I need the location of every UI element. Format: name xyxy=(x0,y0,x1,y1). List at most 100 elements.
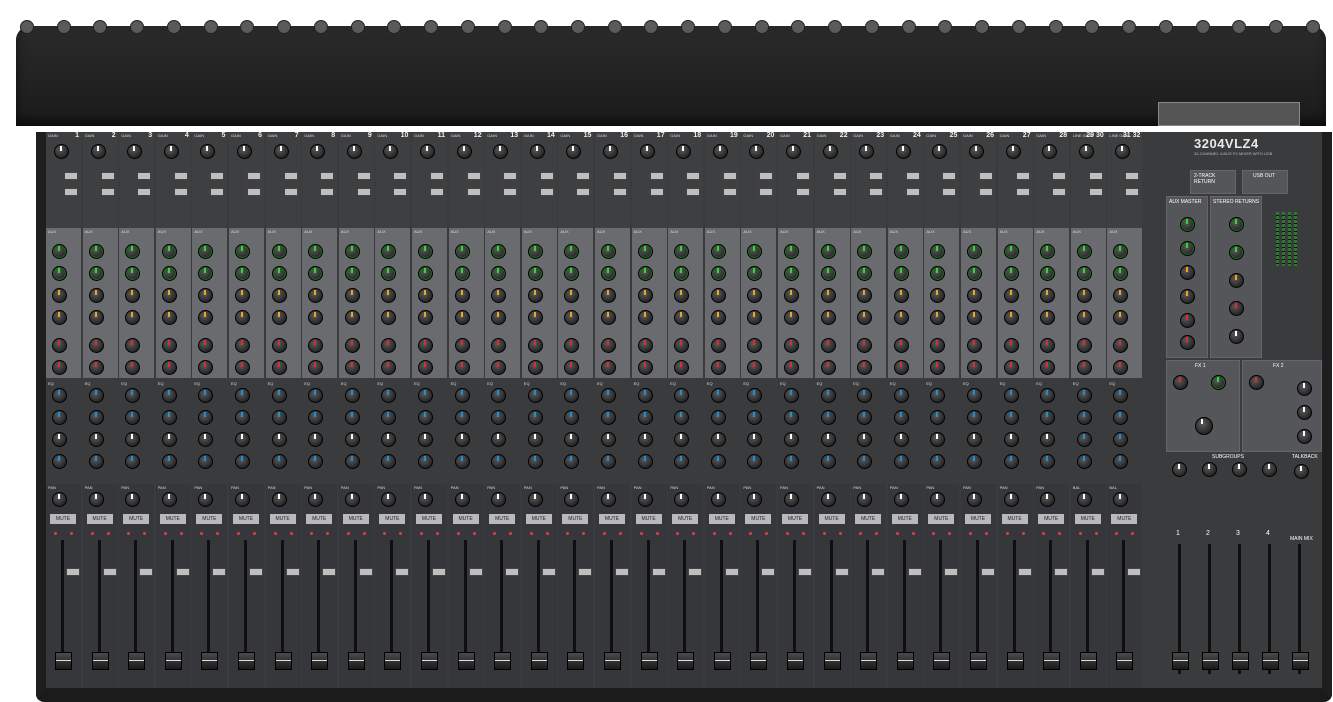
fx2-knob-a[interactable] xyxy=(1249,375,1264,390)
aux-2-knob[interactable] xyxy=(454,266,470,281)
gain-knob[interactable] xyxy=(822,144,838,159)
aux-3-knob[interactable] xyxy=(747,288,763,303)
gain-knob[interactable] xyxy=(310,144,326,159)
aux-2-knob[interactable] xyxy=(527,266,543,281)
eq-mid-knob[interactable] xyxy=(491,410,507,425)
mute-button[interactable]: MUTE xyxy=(855,514,882,524)
channel-fader[interactable] xyxy=(164,652,182,670)
solo-button[interactable] xyxy=(1127,568,1142,576)
channel-fader[interactable] xyxy=(91,652,109,670)
gain-knob[interactable] xyxy=(383,144,399,159)
eq-high-knob[interactable] xyxy=(308,388,324,403)
eq-high-knob[interactable] xyxy=(491,388,507,403)
aux-2-knob[interactable] xyxy=(125,266,141,281)
eq-low-knob[interactable] xyxy=(308,454,324,469)
fx1-program-knob[interactable] xyxy=(1195,417,1213,435)
gain-knob[interactable] xyxy=(163,144,179,159)
eq-low-knob[interactable] xyxy=(381,454,397,469)
mute-button[interactable]: MUTE xyxy=(708,514,735,524)
aux-4-knob[interactable] xyxy=(674,310,690,325)
solo-button[interactable] xyxy=(688,568,703,576)
eq-freq-knob[interactable] xyxy=(1113,432,1129,447)
channel-fader[interactable] xyxy=(750,652,768,670)
aux-5-knob[interactable] xyxy=(381,338,397,353)
aux-2-knob[interactable] xyxy=(674,266,690,281)
pan-knob[interactable] xyxy=(198,492,214,507)
aux-4-knob[interactable] xyxy=(88,310,104,325)
aux-2-knob[interactable] xyxy=(271,266,287,281)
aux-master-6-knob[interactable] xyxy=(1180,335,1195,350)
channel-fader[interactable] xyxy=(421,652,438,670)
aux-5-knob[interactable] xyxy=(271,338,287,353)
eq-low-knob[interactable] xyxy=(674,454,690,469)
gain-knob[interactable] xyxy=(420,144,435,159)
solo-button[interactable] xyxy=(724,568,739,576)
gain-knob[interactable] xyxy=(1078,144,1094,159)
channel-fader[interactable] xyxy=(347,652,365,670)
aux-6-knob[interactable] xyxy=(967,360,982,375)
solo-button[interactable] xyxy=(285,568,300,576)
aux-3-knob[interactable] xyxy=(1040,288,1056,303)
gain-knob[interactable] xyxy=(346,144,362,159)
aux-4-knob[interactable] xyxy=(710,310,726,325)
eq-high-knob[interactable] xyxy=(930,388,946,403)
aux-4-knob[interactable] xyxy=(381,310,397,325)
low-cut-button[interactable] xyxy=(686,172,701,180)
solo-button[interactable] xyxy=(102,568,117,576)
pan-knob[interactable] xyxy=(710,492,726,507)
aux-4-knob[interactable] xyxy=(1003,310,1019,325)
eq-low-knob[interactable] xyxy=(454,454,470,469)
aux-1-knob[interactable] xyxy=(1076,244,1092,259)
aux-4-knob[interactable] xyxy=(418,310,433,325)
eq-freq-knob[interactable] xyxy=(235,432,250,447)
phantom-button[interactable] xyxy=(173,188,188,196)
aux-master-2-knob[interactable] xyxy=(1180,241,1195,256)
aux-1-knob[interactable] xyxy=(454,244,470,259)
eq-mid-knob[interactable] xyxy=(1003,410,1019,425)
low-cut-button[interactable] xyxy=(210,172,225,180)
eq-high-knob[interactable] xyxy=(381,388,397,403)
pan-knob[interactable] xyxy=(674,492,690,507)
channel-fader[interactable] xyxy=(55,652,72,670)
low-cut-button[interactable] xyxy=(356,172,371,180)
phantom-button[interactable] xyxy=(686,188,701,196)
channel-fader[interactable] xyxy=(896,652,914,670)
eq-low-knob[interactable] xyxy=(710,454,726,469)
channel-fader[interactable] xyxy=(640,652,658,670)
solo-button[interactable] xyxy=(395,568,410,576)
eq-high-knob[interactable] xyxy=(710,388,726,403)
aux-5-knob[interactable] xyxy=(784,338,799,353)
gain-knob[interactable] xyxy=(712,144,728,159)
aux-3-knob[interactable] xyxy=(271,288,287,303)
eq-freq-knob[interactable] xyxy=(381,432,397,447)
aux-4-knob[interactable] xyxy=(271,310,287,325)
channel-fader[interactable] xyxy=(457,652,475,670)
channel-fader[interactable] xyxy=(970,652,987,670)
aux-5-knob[interactable] xyxy=(418,338,433,353)
eq-freq-knob[interactable] xyxy=(637,432,653,447)
eq-mid-knob[interactable] xyxy=(967,410,982,425)
aux-3-knob[interactable] xyxy=(88,288,104,303)
eq-freq-knob[interactable] xyxy=(52,432,67,447)
aux-1-knob[interactable] xyxy=(1113,244,1129,259)
eq-mid-knob[interactable] xyxy=(125,410,141,425)
aux-6-knob[interactable] xyxy=(527,360,543,375)
phantom-button[interactable] xyxy=(869,188,884,196)
aux-1-knob[interactable] xyxy=(893,244,909,259)
aux-2-knob[interactable] xyxy=(1040,266,1056,281)
aux-4-knob[interactable] xyxy=(491,310,507,325)
solo-button[interactable] xyxy=(432,568,446,576)
aux-2-knob[interactable] xyxy=(1076,266,1092,281)
solo-button[interactable] xyxy=(505,568,520,576)
aux-6-knob[interactable] xyxy=(784,360,799,375)
aux-6-knob[interactable] xyxy=(893,360,909,375)
aux-5-knob[interactable] xyxy=(52,338,67,353)
pan-knob[interactable] xyxy=(308,492,324,507)
aux-1-knob[interactable] xyxy=(1040,244,1056,259)
aux-master-1-knob[interactable] xyxy=(1180,217,1195,232)
gain-knob[interactable] xyxy=(1005,144,1021,159)
aux-3-knob[interactable] xyxy=(418,288,433,303)
channel-fader[interactable] xyxy=(201,652,219,670)
pan-knob[interactable] xyxy=(381,492,397,507)
subgroup-1-knob[interactable] xyxy=(1172,462,1187,477)
